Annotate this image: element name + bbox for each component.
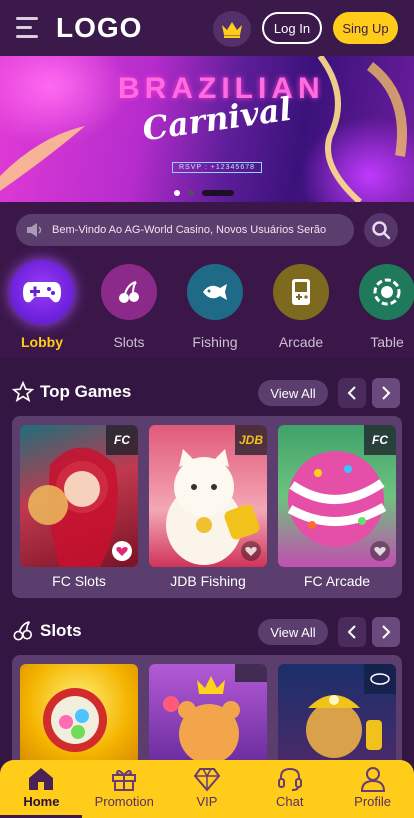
nav-promotion[interactable]: Promotion xyxy=(83,760,166,818)
hamburger-menu-icon[interactable] xyxy=(16,17,40,39)
section-title: Top Games xyxy=(40,382,132,401)
category-label: Table xyxy=(370,334,404,350)
star-icon xyxy=(12,381,34,403)
carousel-indicator xyxy=(174,190,234,196)
promo-banner[interactable]: BRAZILIAN Carnival RSVP : +12345678 xyxy=(0,56,414,202)
nav-label: Home xyxy=(23,794,60,809)
provider-badge xyxy=(364,664,396,694)
banner-tag: RSVP : +12345678 xyxy=(172,162,263,173)
category-label: Fishing xyxy=(192,334,238,350)
favorite-button[interactable] xyxy=(241,541,261,561)
gamepad-icon xyxy=(10,260,74,324)
speaker-icon xyxy=(27,223,42,237)
login-button[interactable]: Log In xyxy=(262,12,322,44)
chevron-left-icon xyxy=(347,386,356,400)
game-card[interactable] xyxy=(149,664,267,764)
feather-decoration-icon xyxy=(0,126,85,191)
top-games-view-all-button[interactable]: View All xyxy=(258,380,328,406)
top-games-next-button[interactable] xyxy=(372,378,400,408)
gumball-machine-artwork-icon xyxy=(43,688,107,752)
provider-badge: JDB xyxy=(235,425,267,455)
slots-view-all-button[interactable]: View All xyxy=(258,619,328,645)
provider-badge xyxy=(235,664,267,682)
provider-logo-icon xyxy=(370,673,390,685)
category-label: Lobby xyxy=(21,334,63,350)
carousel-dot[interactable] xyxy=(188,190,194,196)
game-thumbnail: JDB xyxy=(149,425,267,567)
game-card[interactable] xyxy=(20,664,138,764)
heart-icon xyxy=(374,546,386,556)
chevron-right-icon xyxy=(382,625,391,639)
game-thumbnail: FC xyxy=(278,425,396,567)
favorite-button[interactable] xyxy=(370,541,390,561)
arcade-icon xyxy=(273,264,329,320)
diamond-icon xyxy=(193,768,221,792)
game-thumbnail: FC xyxy=(20,425,138,567)
vip-crown-button[interactable] xyxy=(213,11,251,47)
slots-header: Slots View All xyxy=(12,617,402,647)
slots-next-button[interactable] xyxy=(372,617,400,647)
cherries-icon xyxy=(101,264,157,320)
game-card[interactable] xyxy=(278,664,396,764)
nav-home[interactable]: Home xyxy=(0,760,83,818)
game-name: FC Arcade xyxy=(303,573,371,589)
slots-prev-button[interactable] xyxy=(338,617,366,647)
carousel-dot[interactable] xyxy=(174,190,180,196)
nav-label: Profile xyxy=(354,794,392,809)
chevron-left-icon xyxy=(347,625,356,639)
category-label: Arcade xyxy=(278,334,324,350)
favorite-button[interactable] xyxy=(112,541,132,561)
app-header: LOGO Log In Sing Up xyxy=(0,0,414,56)
announcement-marquee[interactable]: Bem-Vindo Ao AG-World Casino, Novos Usuá… xyxy=(16,214,354,246)
game-card[interactable]: JDB JDB Fishing xyxy=(149,425,267,589)
game-name: FC Slots xyxy=(52,573,106,589)
main-content: Top Games View All FC FC Slots JDB JDB F… xyxy=(0,358,414,818)
user-icon xyxy=(360,767,385,792)
top-games-header: Top Games View All xyxy=(12,378,402,408)
top-games-prev-button[interactable] xyxy=(338,378,366,408)
search-icon xyxy=(372,221,391,240)
nav-label: VIP xyxy=(196,794,218,809)
nav-vip[interactable]: VIP xyxy=(166,760,249,818)
provider-badge: FC xyxy=(106,425,138,455)
chevron-right-icon xyxy=(382,386,391,400)
game-thumbnail xyxy=(149,664,267,764)
fish-icon xyxy=(187,264,243,320)
section-title: Slots xyxy=(40,621,82,640)
heart-icon xyxy=(245,546,257,556)
bottom-navigation: Home Promotion VIP Chat Profile xyxy=(0,760,414,818)
category-lobby[interactable]: Lobby xyxy=(7,258,77,350)
slots-carousel xyxy=(12,655,402,775)
carousel-dot[interactable] xyxy=(202,190,234,196)
home-icon xyxy=(29,768,54,790)
game-thumbnail xyxy=(278,664,396,764)
headset-icon xyxy=(277,767,302,791)
nav-label: Promotion xyxy=(94,794,154,809)
category-bar: Lobby Slots Fishing Arcade Table xyxy=(0,258,414,358)
category-label: Slots xyxy=(113,334,145,350)
nav-chat[interactable]: Chat xyxy=(248,760,331,818)
search-button[interactable] xyxy=(364,213,398,247)
nav-label: Chat xyxy=(276,794,304,809)
cherries-icon xyxy=(13,621,33,641)
category-slots[interactable]: Slots xyxy=(94,258,164,350)
game-card[interactable]: FC FC Arcade xyxy=(278,425,396,589)
top-games-carousel: FC FC Slots JDB JDB Fishing FC FC Arcade xyxy=(12,416,402,598)
provider-badge: FC xyxy=(364,425,396,455)
category-fishing[interactable]: Fishing xyxy=(180,258,250,350)
game-thumbnail xyxy=(20,664,138,764)
chip-icon xyxy=(359,264,414,320)
gift-icon xyxy=(112,769,137,791)
nav-profile[interactable]: Profile xyxy=(331,760,414,818)
brand-logo[interactable]: LOGO xyxy=(56,12,142,44)
signup-button[interactable]: Sing Up xyxy=(333,12,398,44)
game-name: JDB Fishing xyxy=(170,573,246,589)
announcement-text: Bem-Vindo Ao AG-World Casino, Novos Usuá… xyxy=(52,224,327,236)
category-arcade[interactable]: Arcade xyxy=(266,258,336,350)
category-table[interactable]: Table xyxy=(352,258,414,350)
game-card[interactable]: FC FC Slots xyxy=(20,425,138,589)
heart-icon xyxy=(116,546,128,556)
crown-icon xyxy=(222,22,242,38)
